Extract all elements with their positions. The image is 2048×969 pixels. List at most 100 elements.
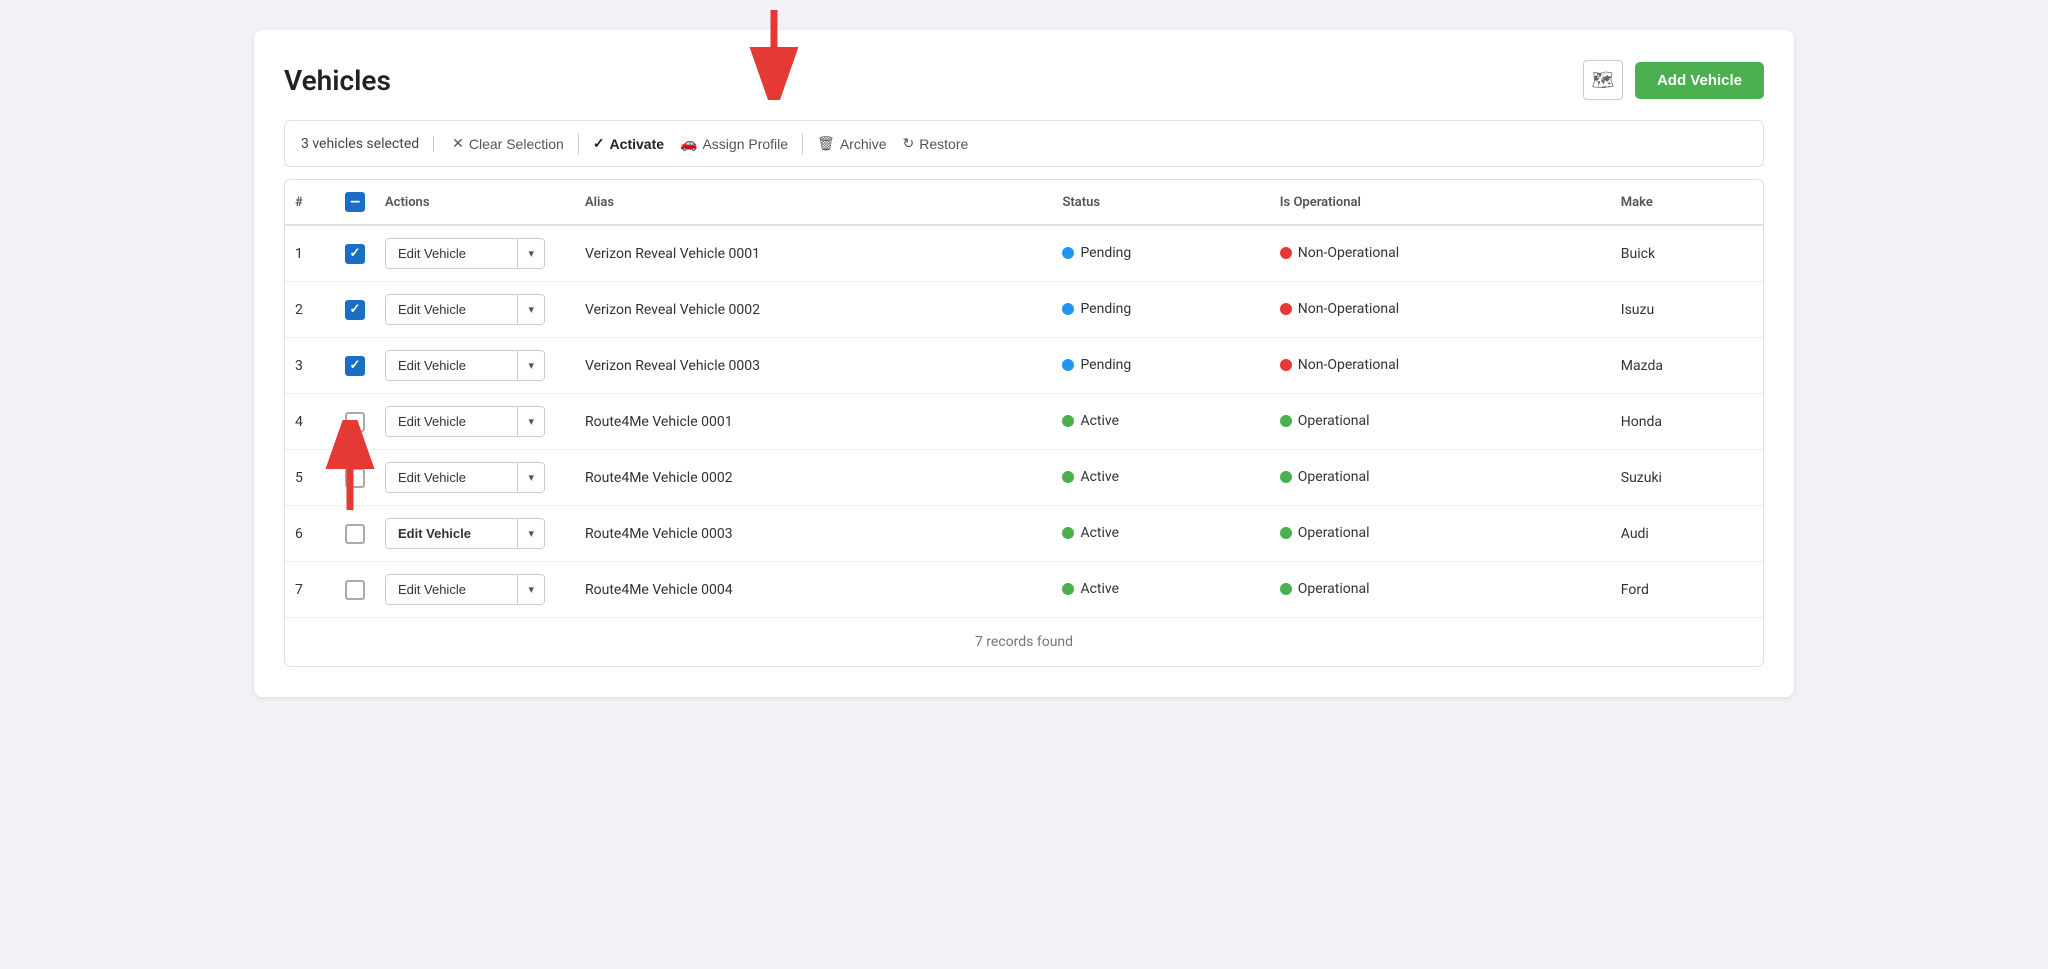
row-checkbox-cell[interactable] — [335, 562, 375, 618]
edit-vehicle-button[interactable]: Edit Vehicle — [386, 519, 517, 548]
restore-button[interactable]: ↻ Restore — [895, 131, 977, 156]
row-num: 6 — [285, 506, 335, 562]
status-dot-icon — [1062, 527, 1074, 539]
row-status: Active — [1052, 394, 1269, 450]
toolbar: 3 vehicles selected ✕ Clear Selection ✓ … — [284, 120, 1764, 167]
table-header-row: # Actions Alias Status Is Operational Ma… — [285, 180, 1763, 225]
table-footer-row: 7 records found — [285, 618, 1763, 667]
action-btn-group: Edit Vehicle▾ — [385, 350, 545, 381]
selected-count-label: 3 vehicles selected — [301, 136, 434, 152]
row-checkbox[interactable] — [345, 412, 365, 432]
clear-selection-button[interactable]: ✕ Clear Selection — [444, 131, 572, 156]
row-num: 3 — [285, 338, 335, 394]
status-dot-icon — [1062, 471, 1074, 483]
row-status: Active — [1052, 506, 1269, 562]
col-header-num: # — [285, 180, 335, 225]
row-alias: Route4Me Vehicle 0004 — [575, 562, 1052, 618]
col-header-alias: Alias — [575, 180, 1052, 225]
row-action-cell: Edit Vehicle▾ — [375, 225, 575, 282]
vehicles-table-container: # Actions Alias Status Is Operational Ma… — [284, 179, 1764, 667]
row-num: 2 — [285, 282, 335, 338]
row-num: 4 — [285, 394, 335, 450]
row-status: Pending — [1052, 225, 1269, 282]
row-make: Honda — [1611, 394, 1763, 450]
action-btn-group: Edit Vehicle▾ — [385, 294, 545, 325]
row-checkbox[interactable] — [345, 468, 365, 488]
edit-vehicle-button[interactable]: Edit Vehicle — [386, 407, 517, 436]
action-btn-group: Edit Vehicle▾ — [385, 574, 545, 605]
archive-button[interactable]: 🗑 Archive — [809, 131, 894, 156]
edit-vehicle-button[interactable]: Edit Vehicle — [386, 295, 517, 324]
row-operational: Operational — [1270, 562, 1611, 618]
action-dropdown-button[interactable]: ▾ — [517, 407, 544, 436]
row-operational: Operational — [1270, 394, 1611, 450]
action-dropdown-button[interactable]: ▾ — [517, 519, 544, 548]
row-checkbox[interactable] — [345, 580, 365, 600]
row-action-cell: Edit Vehicle▾ — [375, 394, 575, 450]
add-vehicle-button[interactable]: Add Vehicle — [1635, 62, 1764, 99]
row-alias: Verizon Reveal Vehicle 0003 — [575, 338, 1052, 394]
table-row: 1Edit Vehicle▾Verizon Reveal Vehicle 000… — [285, 225, 1763, 282]
row-status: Pending — [1052, 282, 1269, 338]
row-operational: Operational — [1270, 506, 1611, 562]
edit-vehicle-button[interactable]: Edit Vehicle — [386, 575, 517, 604]
action-dropdown-button[interactable]: ▾ — [517, 295, 544, 324]
row-action-cell: Edit Vehicle▾ — [375, 450, 575, 506]
action-btn-group: Edit Vehicle▾ — [385, 518, 545, 549]
vehicles-table: # Actions Alias Status Is Operational Ma… — [285, 180, 1763, 666]
header-actions: 🗺 Add Vehicle — [1583, 60, 1764, 100]
action-btn-group: Edit Vehicle▾ — [385, 406, 545, 437]
row-make: Audi — [1611, 506, 1763, 562]
status-dot-icon — [1062, 583, 1074, 595]
row-checkbox[interactable] — [345, 300, 365, 320]
row-checkbox-cell[interactable] — [335, 506, 375, 562]
map-icon-button[interactable]: 🗺 — [1583, 60, 1623, 100]
operational-dot-icon — [1280, 303, 1292, 315]
edit-vehicle-button[interactable]: Edit Vehicle — [386, 239, 517, 268]
row-make: Buick — [1611, 225, 1763, 282]
table-row: 6 Edit Vehicle▾ Route4Me Vehicle 0003Activ… — [285, 506, 1763, 562]
row-checkbox-cell[interactable] — [335, 450, 375, 506]
action-dropdown-button[interactable]: ▾ — [517, 351, 544, 380]
edit-vehicle-button[interactable]: Edit Vehicle — [386, 351, 517, 380]
activate-button[interactable]: ✓ Activate — [585, 131, 672, 156]
archive-icon: 🗑 — [817, 135, 835, 152]
select-all-checkbox[interactable] — [345, 192, 365, 212]
action-btn-group: Edit Vehicle▾ — [385, 462, 545, 493]
row-status: Active — [1052, 562, 1269, 618]
status-dot-icon — [1062, 247, 1074, 259]
row-make: Isuzu — [1611, 282, 1763, 338]
table-row: 7Edit Vehicle▾Route4Me Vehicle 0004Activ… — [285, 562, 1763, 618]
row-checkbox[interactable] — [345, 244, 365, 264]
row-action-cell: Edit Vehicle▾ — [375, 282, 575, 338]
row-checkbox-cell[interactable] — [335, 282, 375, 338]
row-action-cell: Edit Vehicle▾ — [375, 338, 575, 394]
row-status: Active — [1052, 450, 1269, 506]
row-num: 1 — [285, 225, 335, 282]
operational-dot-icon — [1280, 359, 1292, 371]
row-alias: Route4Me Vehicle 0003 — [575, 506, 1052, 562]
row-status: Pending — [1052, 338, 1269, 394]
row-operational: Non-Operational — [1270, 225, 1611, 282]
clear-selection-icon: ✕ — [452, 135, 464, 152]
assign-profile-button[interactable]: 🚗 Assign Profile — [672, 131, 796, 156]
col-header-check[interactable] — [335, 180, 375, 225]
row-checkbox-cell[interactable] — [335, 394, 375, 450]
status-dot-icon — [1062, 303, 1074, 315]
toolbar-divider-2 — [802, 133, 803, 155]
row-alias: Route4Me Vehicle 0001 — [575, 394, 1052, 450]
row-action-cell: Edit Vehicle▾ — [375, 562, 575, 618]
action-dropdown-button[interactable]: ▾ — [517, 463, 544, 492]
action-dropdown-button[interactable]: ▾ — [517, 239, 544, 268]
row-checkbox-cell[interactable] — [335, 338, 375, 394]
row-alias: Verizon Reveal Vehicle 0001 — [575, 225, 1052, 282]
edit-vehicle-button[interactable]: Edit Vehicle — [386, 463, 517, 492]
action-dropdown-button[interactable]: ▾ — [517, 575, 544, 604]
row-make: Ford — [1611, 562, 1763, 618]
row-checkbox[interactable] — [345, 356, 365, 376]
operational-dot-icon — [1280, 247, 1292, 259]
row-make: Suzuki — [1611, 450, 1763, 506]
row-checkbox[interactable] — [345, 524, 365, 544]
status-dot-icon — [1062, 415, 1074, 427]
row-checkbox-cell[interactable] — [335, 225, 375, 282]
